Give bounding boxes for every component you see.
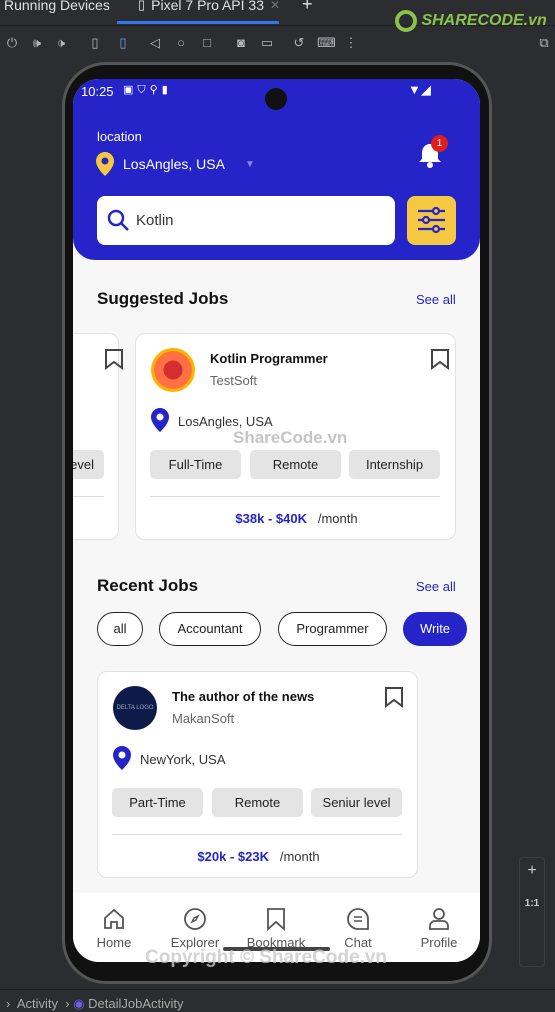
zoom-panel: + 1:1 xyxy=(519,857,545,967)
status-icons: ▣⛉⚲▮ xyxy=(123,84,172,96)
search-value: Kotlin xyxy=(136,212,174,229)
window-icon[interactable]: ⧉ xyxy=(535,35,553,51)
record-icon[interactable]: ▭ xyxy=(258,35,276,51)
device-tab-label: Pixel 7 Pro API 33 xyxy=(151,0,264,13)
job-tag: Full-Time xyxy=(150,450,241,479)
divider xyxy=(0,989,555,990)
rotate-right-icon[interactable]: ▯ xyxy=(114,35,132,51)
breadcrumb: › Activity › ◉ DetailJobActivity xyxy=(6,996,184,1011)
chat-icon xyxy=(347,908,369,930)
search-input[interactable]: Kotlin xyxy=(97,196,395,245)
job-title: Kotlin Programmer xyxy=(210,351,328,366)
job-tag: evel xyxy=(73,450,104,479)
nav-label: Profile xyxy=(420,935,458,950)
device-tab[interactable]: ▯ Pixel 7 Pro API 33 ✕ xyxy=(138,0,280,13)
zoom-in-icon[interactable]: + xyxy=(520,862,544,880)
job-tag: Remote xyxy=(250,450,341,479)
location-label: location xyxy=(97,129,142,144)
bookmark-icon[interactable] xyxy=(384,686,404,708)
sharecode-logo: SHARECODE.vn xyxy=(395,10,547,32)
camera-cutout xyxy=(265,88,287,110)
nav-label: Home xyxy=(96,935,132,950)
compass-icon xyxy=(184,908,206,930)
zoom-actual-button[interactable]: 1:1 xyxy=(520,898,544,909)
location-pin-icon xyxy=(96,152,114,176)
salary-range: $20k - $23K xyxy=(197,849,269,864)
job-location: NewYork, USA xyxy=(140,752,226,767)
divider xyxy=(73,496,104,497)
search-icon xyxy=(107,209,129,231)
profile-icon xyxy=(429,908,449,930)
wifi-battery-icon: ▼◢ xyxy=(408,82,431,97)
salary-period: /month xyxy=(279,849,320,864)
header: 10:25 ▣⛉⚲▮ ▼◢ location LosAngles, USA ▼ … xyxy=(73,79,480,260)
location-value: LosAngles, USA xyxy=(123,156,225,172)
copyright-watermark: Copyright © ShareCode.vn xyxy=(145,947,388,968)
company-name: MakanSoft xyxy=(172,711,235,726)
company-logo: DELTA LOGO xyxy=(113,686,157,730)
job-location: LosAngles, USA xyxy=(178,414,273,429)
status-time: 10:25 xyxy=(81,84,114,99)
nav-bookmark[interactable]: Bookmark xyxy=(241,907,311,950)
job-tag: Seniur level xyxy=(311,788,402,817)
filter-button[interactable] xyxy=(407,196,456,245)
tab-indicator xyxy=(117,21,279,24)
power-icon[interactable]: ⏻ xyxy=(3,35,21,51)
device-icon: ▯ xyxy=(138,0,146,12)
home-icon[interactable]: ○ xyxy=(172,35,190,50)
logo-text: DELTA LOGO xyxy=(116,705,154,711)
suggested-see-all-link[interactable]: See all xyxy=(416,292,456,307)
bookmark-icon[interactable] xyxy=(104,348,124,370)
salary-period: /month xyxy=(317,511,358,526)
job-tag: Internship xyxy=(349,450,440,479)
volume-up-icon[interactable]: 🕪 xyxy=(28,35,46,51)
job-card-partial[interactable]: evel xyxy=(73,333,123,540)
app-screen: 10:25 ▣⛉⚲▮ ▼◢ location LosAngles, USA ▼ … xyxy=(73,79,480,962)
chevron-down-icon: ▼ xyxy=(244,158,255,170)
salary: $38k - $40K /month xyxy=(136,511,457,526)
bookmark-icon[interactable] xyxy=(430,348,450,370)
back-icon[interactable]: ◁ xyxy=(146,35,164,51)
location-pin-icon xyxy=(113,746,131,770)
notification-button[interactable]: 1 xyxy=(417,135,448,174)
running-devices-title: Running Devices xyxy=(4,0,110,13)
salary-range: $38k - $40K xyxy=(235,511,307,526)
filter-chip-programmer[interactable]: Programmer xyxy=(278,612,387,646)
reset-icon[interactable]: ↺ xyxy=(290,35,308,51)
divider xyxy=(150,496,440,497)
nav-home[interactable]: Home xyxy=(79,907,149,950)
divider xyxy=(112,834,402,835)
recent-jobs-title: Recent Jobs xyxy=(97,576,199,595)
suggested-jobs-title: Suggested Jobs xyxy=(97,289,229,308)
close-tab-icon[interactable]: ✕ xyxy=(270,0,280,12)
filter-chip-all[interactable]: all xyxy=(97,612,143,646)
filter-chip-write[interactable]: Write xyxy=(403,612,467,646)
filter-icon xyxy=(418,206,445,234)
keyboard-icon[interactable]: ⌨ xyxy=(317,35,336,51)
salary: $20k - $23K /month xyxy=(98,849,419,864)
company-name: TestSoft xyxy=(210,373,257,388)
more-icon[interactable]: ⋮ xyxy=(342,35,360,51)
watermark: ShareCode.vn xyxy=(233,428,348,447)
location-pin-icon xyxy=(151,408,169,432)
notification-badge: 1 xyxy=(431,135,448,152)
job-tag: Part-Time xyxy=(112,788,203,817)
volume-down-icon[interactable]: 🕩 xyxy=(52,35,70,51)
screenshot-icon[interactable]: ◙ xyxy=(232,35,250,50)
filter-chip-accountant[interactable]: Accountant xyxy=(159,612,261,646)
job-card-recent[interactable]: DELTA LOGO The author of the news MakanS… xyxy=(97,671,418,878)
company-logo xyxy=(151,348,195,392)
nav-profile[interactable]: Profile xyxy=(404,907,474,950)
overview-icon[interactable]: □ xyxy=(198,35,216,50)
recent-see-all-link[interactable]: See all xyxy=(416,579,456,594)
nav-chat[interactable]: Chat xyxy=(323,907,393,950)
job-tag: Remote xyxy=(212,788,303,817)
home-icon xyxy=(104,908,124,929)
bookmark-icon xyxy=(267,908,285,931)
job-title: The author of the news xyxy=(172,689,315,704)
add-tab-icon[interactable]: + xyxy=(302,0,313,15)
rotate-left-icon[interactable]: ▯ xyxy=(86,35,104,51)
nav-explorer[interactable]: Explorer xyxy=(160,907,230,950)
location-selector[interactable]: LosAngles, USA ▼ xyxy=(95,151,255,177)
